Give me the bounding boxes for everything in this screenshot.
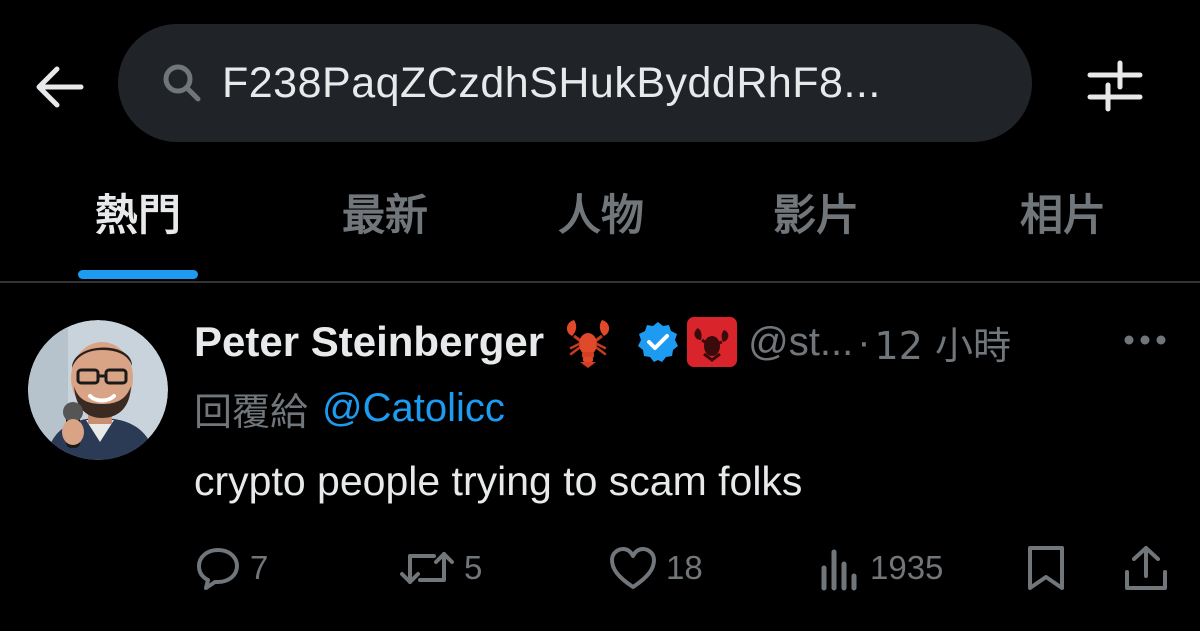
tweet-more-button[interactable] <box>1118 322 1172 358</box>
avatar[interactable] <box>28 320 168 460</box>
like-count: 18 <box>666 549 703 586</box>
reply-bubble-icon <box>197 548 239 590</box>
tab-label: 影片 <box>773 191 859 241</box>
reply-context: 回覆給 @Catolicc <box>194 380 505 436</box>
share-upload-icon <box>1125 546 1167 590</box>
tab-label: 人物 <box>558 191 644 241</box>
bookmark-button[interactable] <box>1024 540 1068 596</box>
reply-count: 7 <box>250 549 269 586</box>
back-button[interactable] <box>30 58 88 116</box>
repost-arrows-icon <box>400 552 454 584</box>
reply-prefix: 回覆給 <box>194 389 309 434</box>
filter-sliders-icon <box>1087 60 1143 112</box>
more-dots-icon <box>1124 335 1166 345</box>
back-arrow-icon <box>36 66 84 108</box>
heart-icon <box>610 547 656 589</box>
lobster-emoji-icon <box>562 314 614 370</box>
tab-top[interactable]: 熱門 <box>78 180 198 280</box>
author-handle[interactable]: @st... <box>748 320 853 365</box>
search-field[interactable]: F238PaqZCzdhSHukByddRhF8... <box>118 24 1032 142</box>
like-button[interactable]: 18 <box>608 540 703 596</box>
tabs-divider <box>0 281 1200 283</box>
active-tab-indicator <box>78 270 198 279</box>
tab-videos[interactable]: 影片 <box>756 180 876 280</box>
tab-label: 相片 <box>1020 191 1106 241</box>
share-button[interactable] <box>1122 540 1170 596</box>
search-tabs: 熱門 最新 人物 影片 相片 <box>0 180 1200 280</box>
header-separator: · <box>857 319 871 364</box>
repost-button[interactable]: 5 <box>398 540 482 596</box>
views-chart-icon <box>821 549 857 591</box>
author-display-name[interactable]: Peter Steinberger <box>194 318 544 366</box>
tab-latest[interactable]: 最新 <box>325 180 445 280</box>
bookmark-icon <box>1028 546 1064 590</box>
tab-people[interactable]: 人物 <box>541 180 661 280</box>
view-count: 1935 <box>870 549 944 586</box>
reply-button[interactable]: 7 <box>194 540 268 596</box>
tab-label: 熱門 <box>95 191 181 241</box>
tweet-timestamp[interactable]: 12 小時 <box>875 315 1011 370</box>
repost-count: 5 <box>464 549 483 586</box>
tweet-header: Peter Steinberger @st... · 12 小時 <box>194 312 1011 372</box>
search-icon <box>162 60 208 106</box>
affiliate-lobster-badge-icon[interactable] <box>686 316 738 368</box>
tweet-text: crypto people trying to scam folks <box>194 458 803 504</box>
tab-photos[interactable]: 相片 <box>1003 180 1123 280</box>
reply-to-handle[interactable]: @Catolicc <box>322 386 505 431</box>
views-button[interactable]: 1935 <box>818 540 943 596</box>
search-query-text[interactable]: F238PaqZCzdhSHukByddRhF8... <box>222 59 881 108</box>
search-filter-button[interactable] <box>1080 56 1150 116</box>
verified-badge-icon[interactable] <box>636 320 680 364</box>
tab-label: 最新 <box>342 191 428 241</box>
